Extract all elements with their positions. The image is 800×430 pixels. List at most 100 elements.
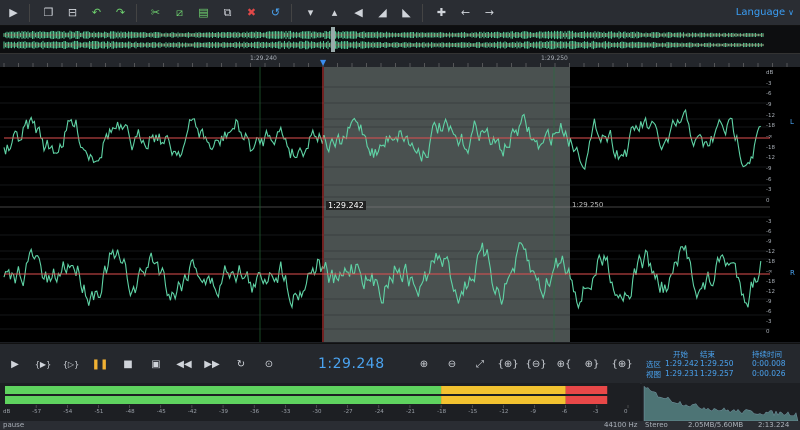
crop-button[interactable]: ⧄ <box>169 2 190 23</box>
selection-duration[interactable]: 0:00.008 <box>752 359 786 368</box>
playhead-marker-icon[interactable]: ▼ <box>320 58 326 67</box>
zoom-selection-button[interactable]: {⊕} <box>497 356 519 372</box>
language-dropdown[interactable]: Language ∨ <box>730 0 800 25</box>
channel-left-label[interactable]: L <box>790 118 794 126</box>
arrow-right-button[interactable]: → <box>479 2 500 23</box>
meter-scale-label: -42 <box>187 409 197 415</box>
fade-in-button[interactable]: ◢ <box>372 2 393 23</box>
zoom-to-start-button[interactable]: ⊕{ <box>556 356 572 372</box>
zoom-fit-button[interactable]: ⤢ <box>472 356 488 372</box>
stop-button[interactable]: ■ <box>120 356 136 372</box>
waveform-editor[interactable]: 1:29.242 1:29.250 dB -3 -6 -9 -12 -18 -∞ -18 -12… <box>0 67 800 342</box>
overview-waveform <box>0 26 800 53</box>
zoom-in-button[interactable]: ⊕ <box>416 356 432 372</box>
up-button[interactable]: ▴ <box>324 2 345 23</box>
view-duration[interactable]: 0:00.026 <box>752 369 786 378</box>
zoom-left-button[interactable]: {⊖} <box>525 356 546 372</box>
db-scale-label: -∞ <box>766 134 773 140</box>
db-scale-label: -9 <box>766 166 772 172</box>
play-button[interactable]: ▶ <box>7 356 23 372</box>
zoom-to-end-button[interactable]: ⊕} <box>584 356 600 372</box>
redo-button[interactable]: ↷ <box>110 2 131 23</box>
play-icon: ▶ <box>11 358 19 370</box>
db-scale-label: -3 <box>766 187 772 194</box>
selection-end[interactable]: 1:29.250 <box>700 359 734 368</box>
record-icon: ▣ <box>151 358 161 370</box>
loop-button[interactable]: ↻ <box>233 356 249 372</box>
play-view-button[interactable]: {▷} <box>62 356 80 372</box>
cut-icon: ✂ <box>150 6 161 19</box>
pause-button[interactable]: ❚❚ <box>92 356 109 372</box>
arrow-left-button[interactable]: ← <box>455 2 476 23</box>
toolbar-icons: ▶ ❐ ⊟ ↶ ↷ ✂ ⧄ ▤ ⧉ ✖ ↺ ▾ ▴ ◀ ◢ ◣ ✚ ← → <box>0 2 500 23</box>
copy-button[interactable]: ⧉ <box>217 2 238 23</box>
fast-forward-button[interactable]: ▶▶ <box>204 356 220 372</box>
view-end[interactable]: 1:29.257 <box>700 369 734 378</box>
view-row-label: 视图 <box>646 370 661 379</box>
crop-icon: ⧄ <box>176 5 183 19</box>
db-scale-label: -6 <box>766 91 772 98</box>
volume-button[interactable]: ◀ <box>348 2 369 23</box>
view-start[interactable]: 1:29.231 <box>665 369 699 378</box>
zoom-selection-icon: {⊕} <box>497 358 519 370</box>
meter-scale-label: -9 <box>530 409 537 415</box>
total-duration: 2:13.224 <box>758 421 790 429</box>
dropdown-button[interactable]: ▾ <box>300 2 321 23</box>
meter-scale-label: -24 <box>374 409 384 415</box>
add-marker-button[interactable]: ✚ <box>431 2 452 23</box>
meter-scale-label: -12 <box>499 409 509 415</box>
undo-button[interactable]: ↶ <box>86 2 107 23</box>
fade-out-icon: ◣ <box>402 6 411 19</box>
stop-icon: ■ <box>123 358 133 370</box>
db-scale-label: -6 <box>766 229 772 235</box>
arrow-left-icon: ← <box>460 6 471 19</box>
db-scale-label: -3 <box>766 219 772 225</box>
meter-scale-label: -48 <box>125 409 135 415</box>
zoom-in-icon: ⊕ <box>419 358 429 370</box>
meter-scale-label: -21 <box>405 409 415 415</box>
paste-icon: ▤ <box>198 6 209 19</box>
delete-button[interactable]: ✖ <box>241 2 262 23</box>
channel-right-label[interactable]: R <box>790 269 795 277</box>
db-scale-label: -12 <box>766 112 775 119</box>
zoom-all-button[interactable]: {⊕} <box>611 356 632 372</box>
zoom-out-button[interactable]: ⊖ <box>444 356 460 372</box>
export-button[interactable]: ⊟ <box>62 2 83 23</box>
meter-scale-label: dB <box>3 409 11 415</box>
paste-button[interactable]: ▤ <box>193 2 214 23</box>
toolbar-separator <box>29 3 30 22</box>
open-folder-button[interactable]: ❐ <box>38 2 59 23</box>
memory-size: 2.05MB/5.60MB <box>688 421 744 429</box>
toolbar-separator <box>422 3 423 22</box>
add-marker-icon: ✚ <box>436 6 447 19</box>
rewind-button[interactable]: ◀◀ <box>176 356 192 372</box>
play-selection-button[interactable]: {▶} <box>34 356 52 372</box>
record-button[interactable]: ▣ <box>148 356 164 372</box>
cut-button[interactable]: ✂ <box>145 2 166 23</box>
db-scale-label: -9 <box>766 299 772 305</box>
selection-start[interactable]: 1:29.242 <box>665 359 699 368</box>
fade-out-button[interactable]: ◣ <box>396 2 417 23</box>
db-scale-label: -9 <box>766 102 772 108</box>
waveform-overview[interactable] <box>0 26 800 54</box>
play-button[interactable]: ▶ <box>3 2 24 23</box>
fullscreen-icon: ⤢ <box>476 358 484 370</box>
loop-icon: ↻ <box>236 358 246 370</box>
time-ruler[interactable]: 1:29.240 1:29.250 ▼ <box>0 54 800 67</box>
level-meter-bars <box>5 386 629 408</box>
db-scale-label: 0 <box>766 198 770 204</box>
toolbar: ▶ ❐ ⊟ ↶ ↷ ✂ ⧄ ▤ ⧉ ✖ ↺ ▾ ▴ ◀ ◢ ◣ ✚ ← → Language ∨ <box>0 0 800 26</box>
playback-state: pause <box>3 421 25 429</box>
copy-icon: ⧉ <box>223 5 232 19</box>
sample-rate: 44100 Hz <box>604 421 638 429</box>
transport-bar: ▶ {▶} {▷} ❚❚ ■ ▣ ◀◀ ▶▶ ↻ ⊙ 1:29.248 ⊕ ⊖ … <box>0 343 800 384</box>
ruler-label: 1:29.240 <box>250 55 277 62</box>
db-scale-label: -6 <box>766 309 772 315</box>
skip-button[interactable]: ⊙ <box>261 356 277 372</box>
toolbar-separator <box>136 3 137 22</box>
level-meter: dB -57 -54 -51 -48 -45 -42 -39 -36 -33 -30 -27 -24 -2… <box>0 383 640 421</box>
waveform-canvas <box>0 67 770 342</box>
meter-scale-label: -54 <box>63 409 73 415</box>
db-scale-label: -∞ <box>766 269 773 275</box>
reload-button[interactable]: ↺ <box>265 2 286 23</box>
